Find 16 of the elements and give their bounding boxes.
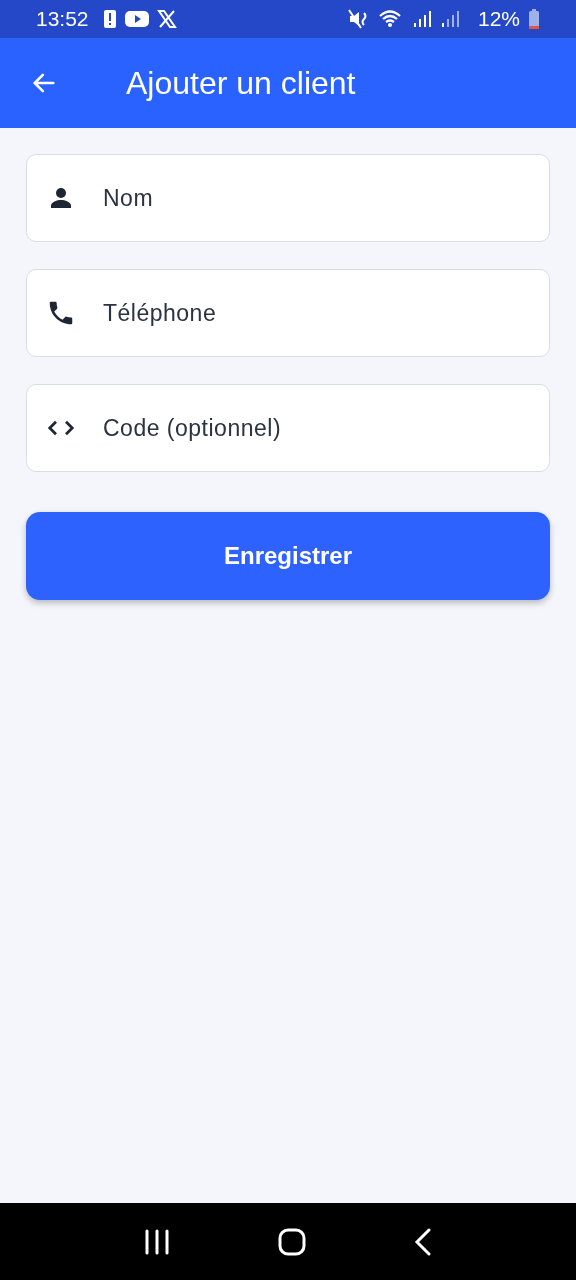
input-field[interactable]: Téléphone bbox=[26, 269, 550, 357]
play-icon bbox=[124, 10, 149, 28]
alert-icon bbox=[102, 9, 117, 29]
input-field[interactable]: Nom bbox=[26, 154, 550, 242]
status-time: 13:52 bbox=[36, 7, 89, 31]
save-button[interactable]: Enregistrer bbox=[26, 512, 550, 600]
battery-icon bbox=[528, 9, 540, 29]
recent-apps-icon[interactable] bbox=[143, 1228, 171, 1255]
battery-percent: 12% bbox=[477, 7, 520, 31]
input-field[interactable]: Code (optionnel) bbox=[26, 384, 550, 472]
signal-icon bbox=[439, 9, 460, 29]
x-logo-icon bbox=[156, 9, 177, 29]
page-title: Ajouter un client bbox=[126, 64, 356, 102]
signal-icon bbox=[411, 9, 432, 29]
back-icon[interactable] bbox=[413, 1227, 433, 1256]
home-icon[interactable] bbox=[277, 1226, 307, 1257]
